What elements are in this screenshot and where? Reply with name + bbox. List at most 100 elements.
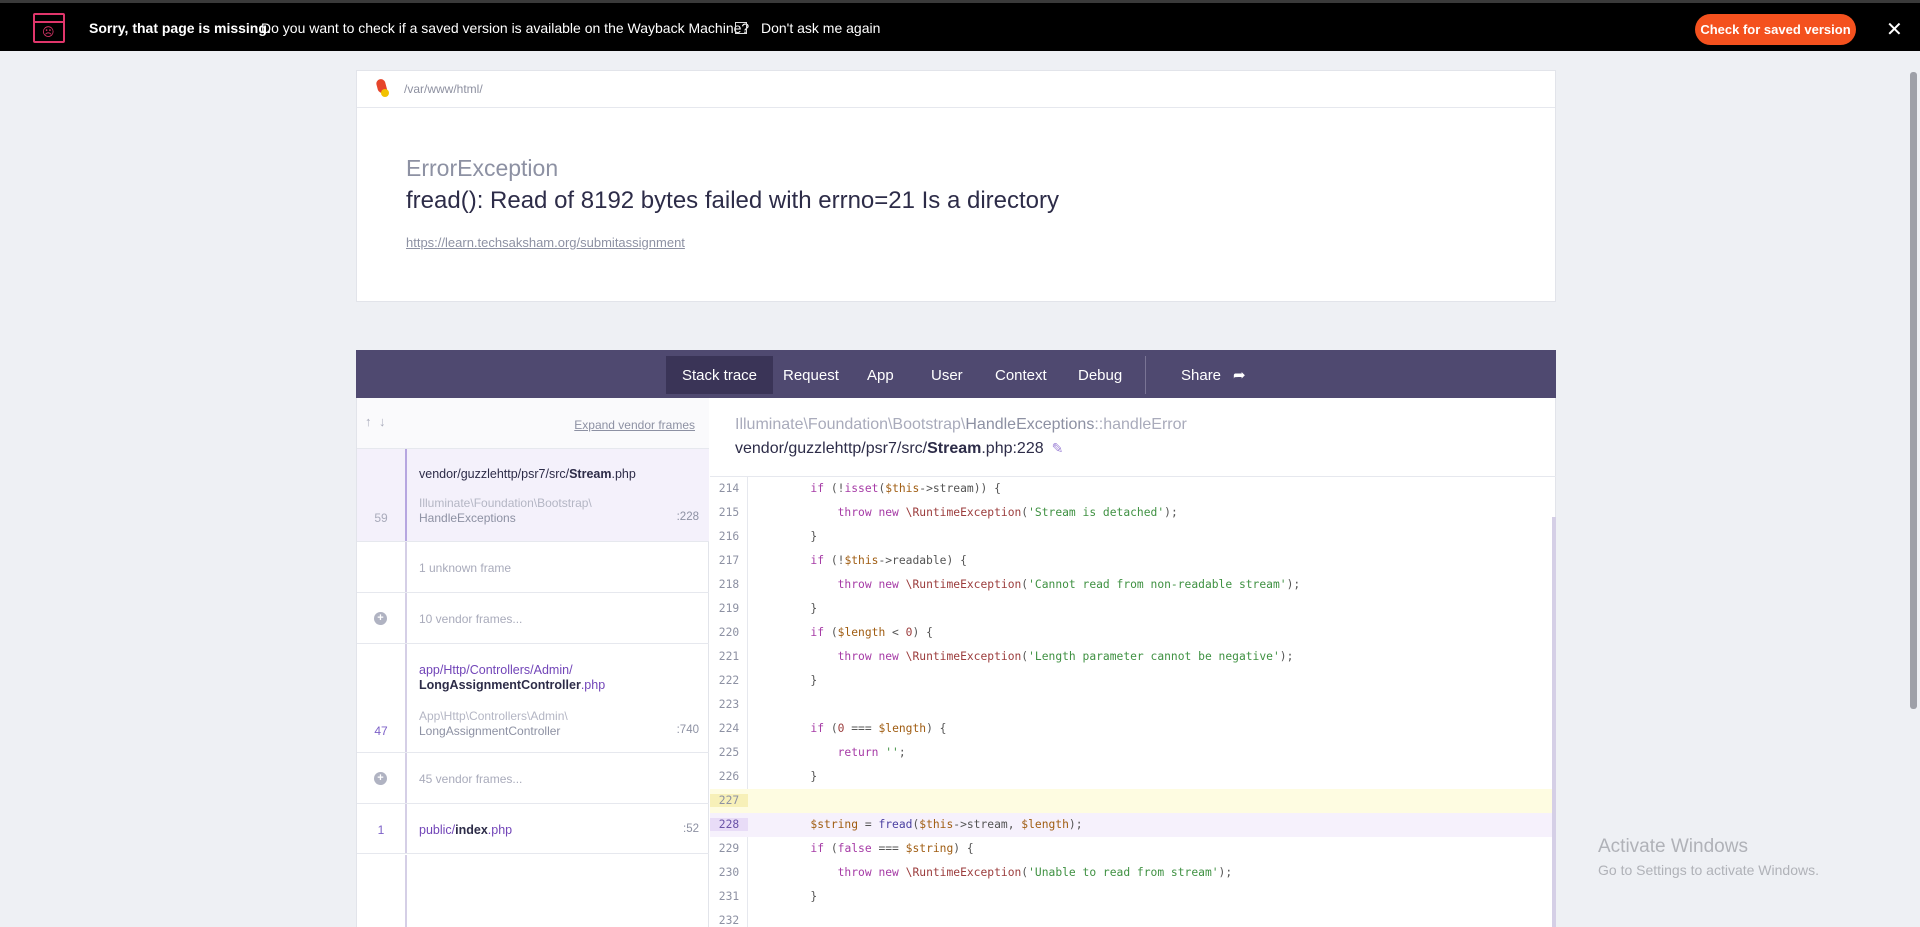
tab-user[interactable]: User bbox=[915, 356, 979, 394]
frame-number: 59 bbox=[374, 511, 388, 525]
line-number: 232 bbox=[718, 914, 740, 927]
line-number: 218 bbox=[718, 578, 740, 591]
line-number: 216 bbox=[718, 530, 740, 543]
line-number: 231 bbox=[718, 890, 740, 903]
dont-ask-label[interactable]: Don't ask me again bbox=[761, 20, 880, 36]
frame-line: :740 bbox=[676, 724, 699, 736]
frame-item-selected[interactable]: 59 vendor/guzzlehttp/psr7/src/Stream.php… bbox=[357, 448, 709, 541]
frame-item[interactable]: 47 app/Http/Controllers/Admin/ LongAssig… bbox=[357, 643, 709, 752]
code-text: } bbox=[756, 602, 818, 615]
frame-class: LongAssignmentController bbox=[419, 724, 561, 738]
frame-item[interactable]: 1 public/index.php :52 bbox=[357, 803, 709, 854]
frame-file: public/index.php bbox=[419, 823, 513, 837]
line-number: 217 bbox=[718, 554, 740, 567]
code-text: throw new \RuntimeException('Unable to r… bbox=[837, 866, 1233, 879]
code-text: if (!isset($this->stream)) { bbox=[810, 482, 1001, 495]
line-number: 220 bbox=[718, 626, 740, 639]
request-url-link[interactable]: https://learn.techsaksham.org/submitassi… bbox=[406, 235, 685, 250]
code-line[interactable]: 220 if ($length < 0) { bbox=[710, 621, 1552, 645]
code-line[interactable]: 222 } bbox=[710, 669, 1552, 693]
close-icon[interactable]: ✕ bbox=[1886, 17, 1903, 42]
app-path: /var/www/html/ bbox=[404, 82, 483, 96]
frame-class: HandleExceptions bbox=[419, 511, 516, 525]
code-text: $string = fread($this->stream, $length); bbox=[810, 818, 1083, 831]
code-line[interactable]: 219 } bbox=[710, 597, 1552, 621]
frame-file: vendor/guzzlehttp/psr7/src/Stream.php bbox=[419, 467, 636, 481]
code-text: if ($length < 0) { bbox=[810, 626, 933, 639]
code-line[interactable]: 232 bbox=[710, 909, 1552, 927]
frame-item-vendor-group[interactable]: + 10 vendor frames... bbox=[357, 592, 709, 643]
code-line[interactable]: 224 if (0 === $length) { bbox=[710, 717, 1552, 741]
code-scrollbar[interactable] bbox=[1552, 517, 1556, 927]
code-line[interactable]: 218 throw new \RuntimeException('Cannot … bbox=[710, 573, 1552, 597]
line-number: 227 bbox=[710, 794, 748, 807]
line-number: 219 bbox=[718, 602, 740, 615]
share-arrow-icon: ➦ bbox=[1233, 367, 1246, 384]
code-viewer: Illuminate\Foundation\Bootstrap\HandleEx… bbox=[710, 398, 1556, 927]
frame-number: 47 bbox=[374, 724, 388, 738]
code-text: return ''; bbox=[837, 746, 906, 759]
tab-request[interactable]: Request bbox=[767, 356, 855, 394]
vendor-frames-label: 10 vendor frames... bbox=[419, 612, 523, 626]
code-line[interactable]: 230 throw new \RuntimeException('Unable … bbox=[710, 861, 1552, 885]
tab-app[interactable]: App bbox=[851, 356, 910, 394]
tab-debug[interactable]: Debug bbox=[1062, 356, 1138, 394]
share-label: Share bbox=[1181, 366, 1222, 384]
frames-toolbar: ↑ ↓ Expand vendor frames bbox=[357, 398, 709, 448]
code-class-title: Illuminate\Foundation\Bootstrap\HandleEx… bbox=[735, 416, 1187, 433]
error-header-card: /var/www/html/ ErrorException fread(): R… bbox=[356, 70, 1556, 302]
vendor-frames-label: 45 vendor frames... bbox=[419, 772, 523, 786]
code-line[interactable]: 225 return ''; bbox=[710, 741, 1552, 765]
code-line[interactable]: 229 if (false === $string) { bbox=[710, 837, 1552, 861]
tab-context[interactable]: Context bbox=[979, 356, 1063, 394]
arrow-down-icon[interactable]: ↓ bbox=[379, 414, 386, 429]
pencil-icon[interactable]: ✎ bbox=[1052, 440, 1064, 456]
code-line[interactable]: 223 bbox=[710, 693, 1552, 717]
code-text: throw new \RuntimeException('Stream is d… bbox=[837, 506, 1178, 519]
frame-item-unknown[interactable]: 1 unknown frame bbox=[357, 541, 709, 592]
code-text: throw new \RuntimeException('Length para… bbox=[837, 650, 1294, 663]
code-text: } bbox=[756, 530, 818, 543]
wayback-sad-page-icon: ☹ bbox=[33, 13, 65, 43]
code-line[interactable]: 216 } bbox=[710, 525, 1552, 549]
code-line[interactable]: 228 $string = fread($this->stream, $leng… bbox=[710, 813, 1552, 837]
code-text: if (!$this->readable) { bbox=[810, 554, 967, 567]
code-line[interactable]: 214 if (!isset($this->stream)) { bbox=[710, 477, 1552, 501]
dont-ask-checkbox[interactable] bbox=[735, 22, 747, 34]
line-number: 214 bbox=[718, 482, 740, 495]
plus-icon: + bbox=[374, 612, 387, 625]
activate-windows-title: Activate Windows bbox=[1598, 836, 1748, 857]
exception-message: fread(): Read of 8192 bytes failed with … bbox=[406, 187, 1060, 214]
share-button[interactable]: Share ➦ bbox=[1165, 356, 1262, 394]
code-line[interactable]: 217 if (!$this->readable) { bbox=[710, 549, 1552, 573]
frame-item-vendor-group[interactable]: + 45 vendor frames... bbox=[357, 752, 709, 803]
line-number: 229 bbox=[718, 842, 740, 855]
code-line[interactable]: 227 bbox=[710, 789, 1552, 813]
code-line[interactable]: 231 } bbox=[710, 885, 1552, 909]
code-line[interactable]: 221 throw new \RuntimeException('Length … bbox=[710, 645, 1552, 669]
frame-namespace: App\Http\Controllers\Admin\ bbox=[419, 709, 568, 723]
code-text: } bbox=[756, 770, 818, 783]
page-scrollbar[interactable] bbox=[1910, 72, 1917, 709]
tab-stack-trace[interactable]: Stack trace bbox=[666, 356, 774, 394]
frame-line: :52 bbox=[683, 823, 699, 835]
tab-separator bbox=[1145, 356, 1146, 394]
line-number: 221 bbox=[718, 650, 740, 663]
code-text: } bbox=[756, 890, 818, 903]
stack-trace-panel: ↑ ↓ Expand vendor frames 59 vendor/guzzl… bbox=[356, 398, 1556, 927]
line-number: 223 bbox=[718, 698, 740, 711]
line-number: 228 bbox=[710, 818, 748, 831]
line-number: 224 bbox=[718, 722, 740, 735]
code-line[interactable]: 226 } bbox=[710, 765, 1552, 789]
arrow-up-icon[interactable]: ↑ bbox=[365, 414, 372, 429]
code-text: throw new \RuntimeException('Cannot read… bbox=[837, 578, 1301, 591]
frames-list: ↑ ↓ Expand vendor frames 59 vendor/guzzl… bbox=[357, 398, 709, 927]
code-line[interactable]: 215 throw new \RuntimeException('Stream … bbox=[710, 501, 1552, 525]
line-number: 222 bbox=[718, 674, 740, 687]
code-text: } bbox=[756, 674, 818, 687]
code-text: if (false === $string) { bbox=[810, 842, 974, 855]
line-number: 215 bbox=[718, 506, 740, 519]
check-saved-version-button[interactable]: Check for saved version bbox=[1695, 14, 1856, 45]
expand-vendor-frames-link[interactable]: Expand vendor frames bbox=[574, 418, 695, 432]
path-row: /var/www/html/ bbox=[357, 71, 1555, 108]
